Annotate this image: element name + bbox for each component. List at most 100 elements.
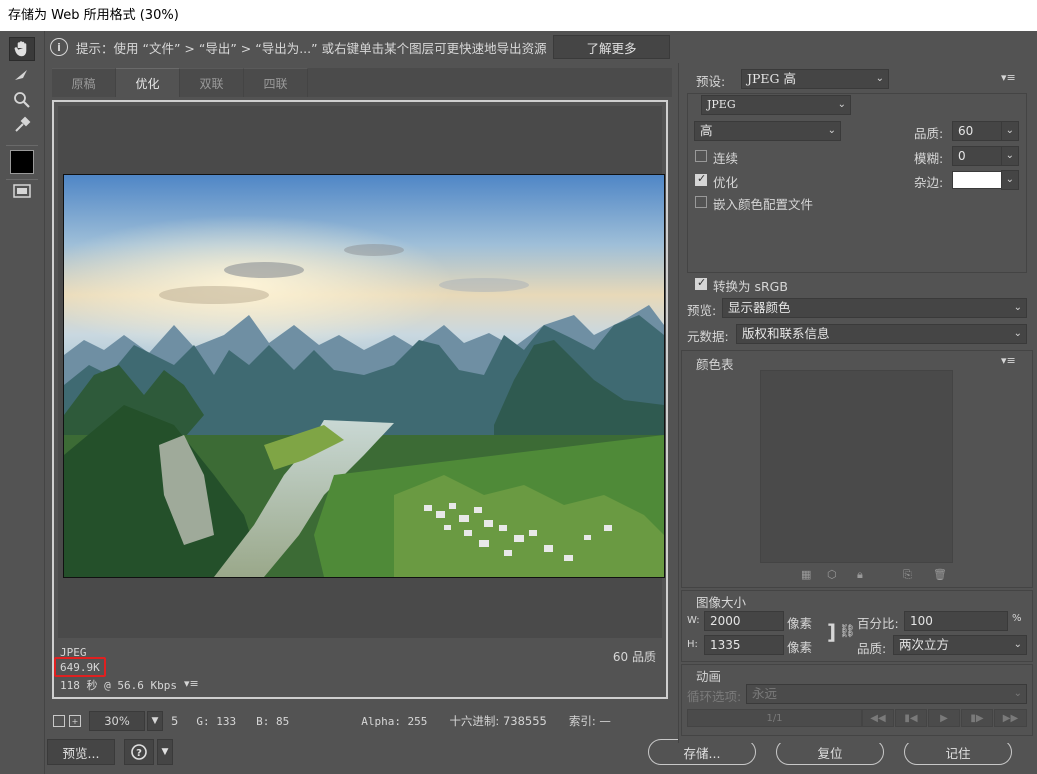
tab-4-up[interactable]: 四联 xyxy=(244,68,308,97)
new-color-icon[interactable]: ⎘ xyxy=(903,568,912,582)
zoom-tool-icon[interactable] xyxy=(9,88,35,112)
eyedropper-color-swatch[interactable] xyxy=(10,150,34,174)
quality-slider-toggle[interactable]: ⌄ xyxy=(1001,121,1019,141)
tab-bar-fill xyxy=(308,68,672,97)
embed-profile-label: 嵌入颜色配置文件 xyxy=(713,197,814,212)
image-size-label: 图像大小 xyxy=(696,595,747,610)
zoom-dropdown-icon[interactable]: ▼ xyxy=(147,711,163,731)
preset-select[interactable]: JPEG 高 ⌄ xyxy=(741,69,889,89)
zoom-level-input[interactable]: 30% xyxy=(89,711,145,731)
progressive-checkbox[interactable] xyxy=(695,150,707,162)
resample-quality-select[interactable]: 两次立方 ⌄ xyxy=(893,635,1027,655)
color-preview-select[interactable]: 显示器颜色 ⌄ xyxy=(722,298,1027,318)
resample-quality-label: 品质: xyxy=(857,641,887,656)
width-label: W: xyxy=(687,615,700,626)
tab-optimized[interactable]: 优化 xyxy=(116,68,180,97)
status-g-value: G: 133 xyxy=(196,714,237,728)
loop-options-label: 循环选项: xyxy=(687,689,742,704)
tab-2-up[interactable]: 双联 xyxy=(180,68,244,97)
percent-label: 百分比: xyxy=(857,616,899,631)
metadata-label: 元数据: xyxy=(687,329,729,344)
lock-color-icon[interactable]: 🔒︎ xyxy=(857,568,863,582)
chevron-down-icon: ⌄ xyxy=(1013,688,1022,699)
matte-label: 杂边: xyxy=(914,175,944,190)
embed-profile-checkbox[interactable] xyxy=(695,196,707,208)
height-unit: 像素 xyxy=(787,640,813,655)
browser-preview-icon[interactable]: ? xyxy=(124,739,154,765)
matte-dropdown[interactable]: ⌄ xyxy=(1001,170,1019,190)
preview-image[interactable] xyxy=(63,174,665,578)
chevron-down-icon: ⌄ xyxy=(1005,150,1014,161)
hand-tool-icon[interactable] xyxy=(9,37,35,61)
preset-label: 预设: xyxy=(696,74,726,89)
status-b-value: B: 85 xyxy=(256,714,290,728)
matte-color-swatch[interactable] xyxy=(952,171,1002,189)
quality-label: 品质: xyxy=(914,126,944,141)
loop-options-value: 永远 xyxy=(752,686,778,701)
blur-input[interactable]: 0 xyxy=(952,146,1002,166)
progressive-label: 连续 xyxy=(713,151,739,166)
tool-palette xyxy=(0,31,45,774)
quality-input[interactable]: 60 xyxy=(952,121,1002,141)
height-label: H: xyxy=(687,639,698,650)
browser-dropdown-icon[interactable]: ▼ xyxy=(157,739,173,765)
status-alpha-value: Alpha: 255 xyxy=(361,714,428,728)
percent-input[interactable]: 100 xyxy=(904,611,1008,631)
loop-options-select: 永远 ⌄ xyxy=(746,684,1027,704)
web-shift-icon[interactable]: ⬡ xyxy=(827,568,837,581)
height-input[interactable]: 1335 xyxy=(704,635,784,655)
hint-bar: i 提示：使用 “文件” > “导出” > “导出为...” 或右键单击某个图层… xyxy=(45,31,672,63)
chevron-down-icon: ⌄ xyxy=(1005,125,1014,136)
preview-button[interactable]: 预览... xyxy=(47,739,115,765)
chevron-down-icon: ⌄ xyxy=(875,73,884,84)
slice-select-tool-icon[interactable] xyxy=(9,63,35,87)
link-icon[interactable]: ⛓︎ xyxy=(839,624,856,639)
info-icon: i xyxy=(50,38,68,56)
status-bar: + 30% ▼ 5 G: 133 B: 85 Alpha: 255 十六进制: … xyxy=(45,708,672,734)
blur-label: 模糊: xyxy=(914,151,944,166)
format-select-value: JPEG xyxy=(707,98,736,111)
info-quality: 60 品质 xyxy=(612,650,656,664)
zoom-in-icon[interactable]: + xyxy=(69,715,81,727)
eyedropper-tool-icon[interactable] xyxy=(9,113,35,137)
next-frame-icon: ▮▶ xyxy=(961,709,993,727)
map-transparent-icon[interactable]: ▦ xyxy=(801,568,811,581)
metadata-select[interactable]: 版权和联系信息 ⌄ xyxy=(736,324,1027,344)
percent-unit: % xyxy=(1012,613,1022,624)
file-size-highlight xyxy=(54,657,106,677)
color-table-label: 颜色表 xyxy=(696,357,734,372)
download-rate-menu-icon[interactable]: ▾≡ xyxy=(184,677,199,690)
optimized-label: 优化 xyxy=(713,175,739,190)
quality-level-select[interactable]: 高 ⌄ xyxy=(694,121,841,141)
resample-quality-value: 两次立方 xyxy=(899,637,950,652)
status-hex-value: 十六进制: 738555 xyxy=(449,714,547,728)
preview-pane: JPEG 649.9K 118 秒 @ 56.6 Kbps ▾≡ 60 品质 xyxy=(52,100,668,699)
toggle-slices-icon[interactable] xyxy=(9,179,35,203)
preview-canvas[interactable] xyxy=(58,106,665,638)
color-table-grid[interactable] xyxy=(760,370,953,563)
color-table-menu-icon[interactable]: ▾≡ xyxy=(1001,354,1016,367)
settings-menu-icon[interactable]: ▾≡ xyxy=(1001,71,1016,84)
status-index-value: 索引: — xyxy=(568,714,611,728)
width-input[interactable]: 2000 xyxy=(704,611,784,631)
learn-more-button[interactable]: 了解更多 xyxy=(553,35,670,59)
svg-text:?: ? xyxy=(136,748,142,759)
chevron-down-icon: ⌄ xyxy=(827,125,836,136)
optimization-info: JPEG 649.9K 118 秒 @ 56.6 Kbps ▾≡ 60 品质 xyxy=(54,642,662,697)
tab-original[interactable]: 原稿 xyxy=(52,68,116,97)
last-frame-icon: ▶▶ xyxy=(994,709,1027,727)
width-unit: 像素 xyxy=(787,616,813,631)
constrain-proportions-icon[interactable]: ] xyxy=(827,620,836,644)
zoom-out-icon[interactable] xyxy=(53,715,65,727)
optimized-checkbox[interactable] xyxy=(695,172,707,186)
chevron-down-icon: ⌄ xyxy=(837,99,846,110)
frame-counter: 1/1 xyxy=(687,709,862,727)
hint-text: 提示：使用 “文件” > “导出” > “导出为...” 或右键单击某个图层可更… xyxy=(76,40,547,56)
convert-srgb-checkbox[interactable] xyxy=(695,276,707,290)
delete-color-icon[interactable]: 🗑︎ xyxy=(933,568,947,581)
first-frame-icon: ◀◀ xyxy=(862,709,894,727)
blur-slider-toggle[interactable]: ⌄ xyxy=(1001,146,1019,166)
info-download-time: 118 秒 @ 56.6 Kbps xyxy=(60,679,177,692)
format-select[interactable]: JPEG ⌄ xyxy=(701,95,851,115)
toolbar-divider xyxy=(6,145,38,146)
